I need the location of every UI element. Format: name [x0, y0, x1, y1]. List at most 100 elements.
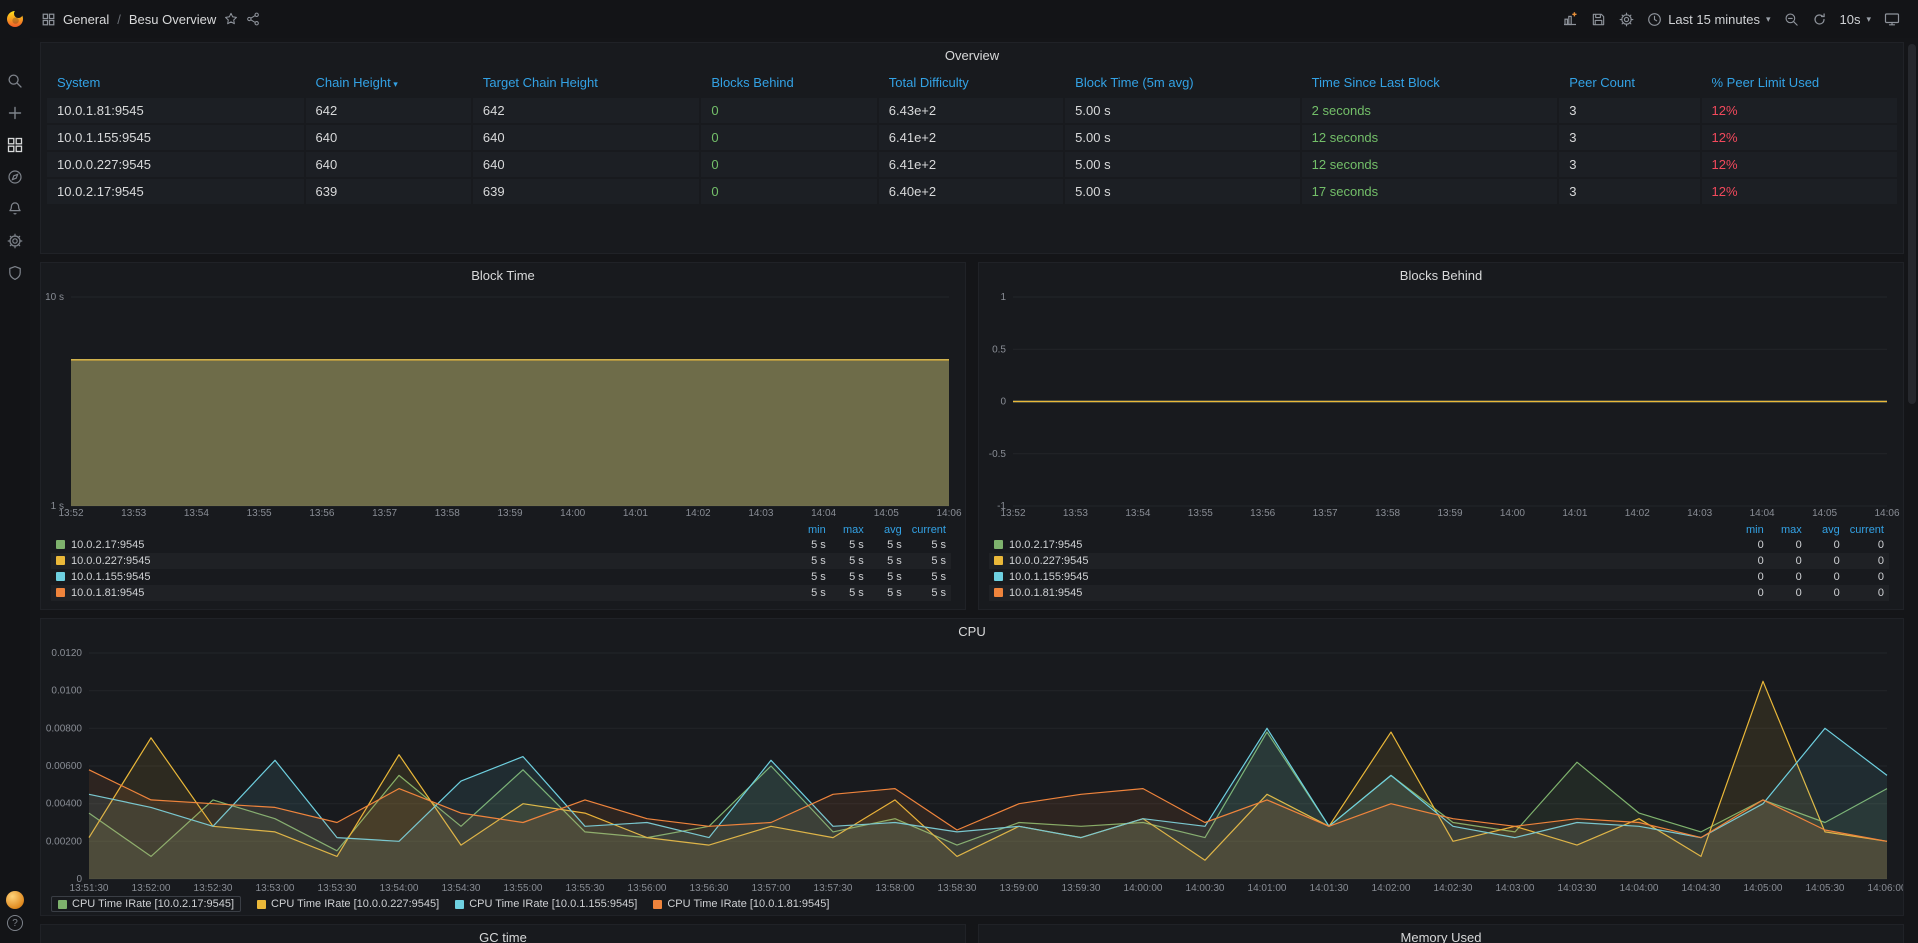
table-cell: 0	[701, 152, 878, 177]
legend-stat-avg[interactable]: avg	[1807, 523, 1845, 537]
column-header-target-chain-height[interactable]: Target Chain Height	[473, 69, 701, 96]
grafana-logo[interactable]	[5, 8, 25, 28]
panel-title[interactable]: Block Time	[41, 268, 965, 283]
legend-stat-min[interactable]: min	[1731, 523, 1769, 537]
panel-title[interactable]: GC time	[41, 930, 965, 943]
refresh-icon[interactable]	[1812, 12, 1827, 27]
legend-stat-max[interactable]: max	[1769, 523, 1807, 537]
configuration-gear-icon[interactable]	[7, 233, 23, 249]
series-name[interactable]: 10.0.2.17:9545	[1009, 539, 1082, 551]
panel-title[interactable]: CPU	[41, 624, 1903, 639]
svg-text:13:53: 13:53	[121, 508, 146, 519]
svg-text:14:05: 14:05	[1812, 508, 1837, 519]
dashboards-icon[interactable]	[7, 137, 23, 153]
table-cell: 639	[473, 179, 701, 204]
legend-value: 0	[1731, 537, 1769, 553]
column-header-total-difficulty[interactable]: Total Difficulty	[879, 69, 1065, 96]
column-header-blocks-behind[interactable]: Blocks Behind	[701, 69, 878, 96]
table-row: 10.0.2.17:954563963906.40e+25.00 s17 sec…	[47, 179, 1897, 204]
star-icon[interactable]	[224, 12, 238, 26]
legend-stat-current[interactable]: current	[1845, 523, 1889, 537]
svg-text:13:52:30: 13:52:30	[194, 883, 233, 894]
cpu-chart-area: 0.01200.01000.008000.006000.004000.00200…	[41, 619, 1903, 901]
cpu-chart[interactable]: 0.01200.01000.008000.006000.004000.00200…	[41, 619, 1903, 901]
zoom-out-icon[interactable]	[1784, 12, 1799, 27]
user-avatar[interactable]	[6, 891, 24, 909]
legend-value: 5 s	[793, 569, 831, 585]
legend-item[interactable]: CPU Time IRate [10.0.2.17:9545]	[51, 896, 241, 912]
panel-title[interactable]: Memory Used	[979, 930, 1903, 943]
panel-block-time: Block Time 10 s1 s13:5213:5313:5413:5513…	[40, 262, 966, 610]
save-dashboard-icon[interactable]	[1591, 12, 1606, 27]
series-color-swatch[interactable]	[994, 540, 1003, 549]
legend-value: 5 s	[793, 585, 831, 601]
column-header--peer-limit-used[interactable]: % Peer Limit Used	[1702, 69, 1898, 96]
help-icon[interactable]: ?	[7, 915, 23, 931]
create-plus-icon[interactable]	[7, 105, 23, 121]
search-icon[interactable]	[7, 73, 23, 89]
column-header-system[interactable]: System	[47, 69, 306, 96]
legend-stat-current[interactable]: current	[907, 523, 951, 537]
caret-down-icon: ▾	[1766, 15, 1771, 24]
svg-text:13:52: 13:52	[1000, 508, 1025, 519]
legend-value: 5 s	[793, 553, 831, 569]
panel-title[interactable]: Blocks Behind	[979, 268, 1903, 283]
legend-stat-avg[interactable]: avg	[869, 523, 907, 537]
svg-text:0: 0	[1000, 397, 1006, 408]
series-color-swatch[interactable]	[994, 572, 1003, 581]
legend-header-row: minmaxavgcurrent	[51, 523, 951, 537]
share-icon[interactable]	[246, 12, 260, 26]
svg-text:14:05:00: 14:05:00	[1744, 883, 1783, 894]
legend-stat-min[interactable]: min	[793, 523, 831, 537]
blocks-behind-chart[interactable]: 10.50-0.5-113:5213:5313:5413:5513:5613:5…	[979, 263, 1903, 523]
table-cell: 642	[306, 98, 473, 123]
column-header-block-time-5m-avg-[interactable]: Block Time (5m avg)	[1065, 69, 1302, 96]
legend-value: 0	[1731, 585, 1769, 601]
series-color-swatch[interactable]	[56, 556, 65, 565]
legend-row: 10.0.0.227:95455 s5 s5 s5 s	[51, 553, 951, 569]
scrollbar[interactable]	[1908, 44, 1916, 404]
explore-compass-icon[interactable]	[7, 169, 23, 185]
server-admin-shield-icon[interactable]	[7, 265, 23, 281]
breadcrumb-folder[interactable]: General	[63, 12, 109, 27]
legend-value: 0	[1731, 553, 1769, 569]
series-name[interactable]: 10.0.1.155:9545	[1009, 571, 1089, 583]
breadcrumb-dashboard[interactable]: Besu Overview	[129, 12, 216, 27]
legend-row: 10.0.1.155:95450000	[989, 569, 1889, 585]
column-header-time-since-last-block[interactable]: Time Since Last Block	[1302, 69, 1560, 96]
table-cell: 10.0.1.81:9545	[47, 98, 306, 123]
time-picker[interactable]: Last 15 minutes ▾	[1647, 12, 1770, 27]
series-name[interactable]: 10.0.1.81:9545	[1009, 587, 1082, 599]
series-name[interactable]: 10.0.1.81:9545	[71, 587, 144, 599]
series-color-swatch[interactable]	[56, 588, 65, 597]
table-cell: 3	[1559, 179, 1701, 204]
refresh-interval-dropdown[interactable]: 10s ▾	[1840, 12, 1872, 27]
series-color-swatch[interactable]	[994, 588, 1003, 597]
svg-text:13:56:30: 13:56:30	[690, 883, 729, 894]
series-name: CPU Time IRate [10.0.1.81:9545]	[667, 898, 829, 910]
svg-text:13:54: 13:54	[1125, 508, 1150, 519]
series-name[interactable]: 10.0.0.227:9545	[71, 555, 151, 567]
series-name[interactable]: 10.0.1.155:9545	[71, 571, 151, 583]
legend-item[interactable]: CPU Time IRate [10.0.1.155:9545]	[455, 898, 637, 910]
panel-cpu: CPU 0.01200.01000.008000.006000.004000.0…	[40, 618, 1904, 916]
dashboard-settings-icon[interactable]	[1619, 12, 1634, 27]
add-panel-icon[interactable]	[1562, 11, 1578, 27]
column-header-peer-count[interactable]: Peer Count	[1559, 69, 1701, 96]
legend-item[interactable]: CPU Time IRate [10.0.1.81:9545]	[653, 898, 829, 910]
series-name[interactable]: 10.0.0.227:9545	[1009, 555, 1089, 567]
series-name[interactable]: 10.0.2.17:9545	[71, 539, 144, 551]
svg-text:14:01: 14:01	[623, 508, 648, 519]
column-header-chain-height[interactable]: Chain Height ▾	[306, 69, 473, 96]
series-color-swatch[interactable]	[994, 556, 1003, 565]
block-time-chart[interactable]: 10 s1 s13:5213:5313:5413:5513:5613:5713:…	[41, 263, 965, 523]
panel-title[interactable]: Overview	[41, 48, 1903, 63]
tv-mode-icon[interactable]	[1884, 11, 1900, 27]
series-color-swatch[interactable]	[56, 540, 65, 549]
series-color-swatch[interactable]	[56, 572, 65, 581]
legend-stat-max[interactable]: max	[831, 523, 869, 537]
svg-text:13:55:00: 13:55:00	[504, 883, 543, 894]
legend-value: 0	[1845, 569, 1889, 585]
legend-item[interactable]: CPU Time IRate [10.0.0.227:9545]	[257, 898, 439, 910]
alerting-bell-icon[interactable]	[7, 201, 23, 217]
